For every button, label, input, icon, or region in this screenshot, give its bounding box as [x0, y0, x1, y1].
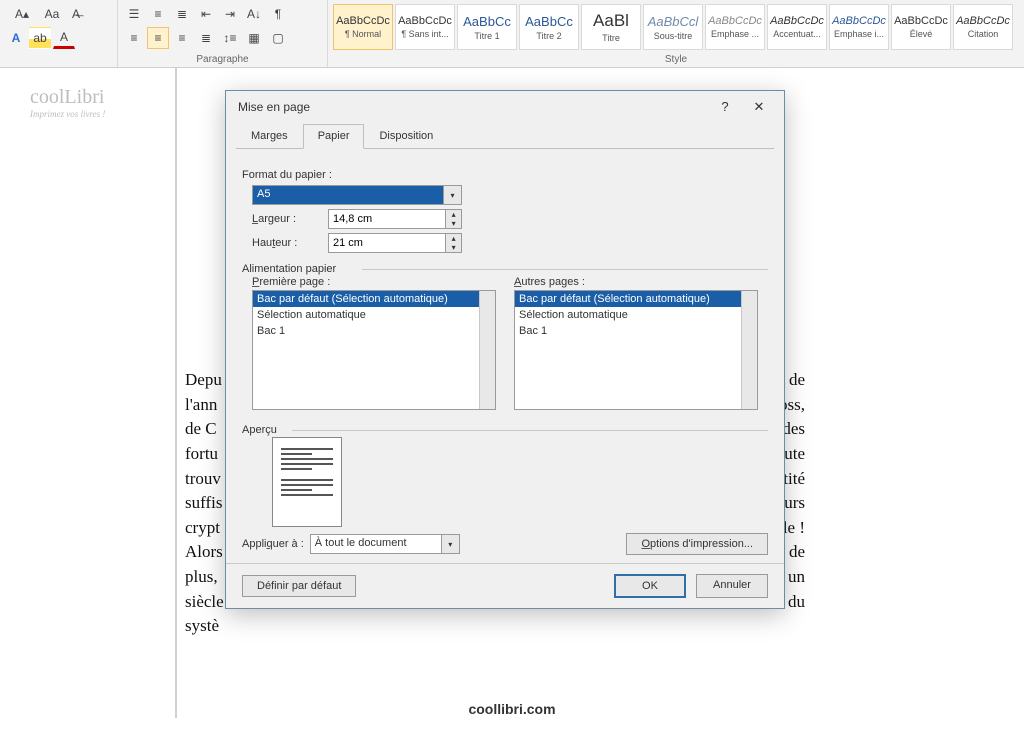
chevron-down-icon[interactable]: ▾	[443, 186, 461, 204]
watermark-logo: coolLibri Imprimez vos livres !	[30, 86, 105, 119]
sort-icon[interactable]: A↓	[243, 3, 265, 25]
first-page-label: Première page :	[252, 276, 496, 288]
apply-to-label: Appliquer à :	[242, 538, 304, 550]
hauteur-label: Hauteur :	[252, 237, 328, 249]
ribbon-group-styles: AaBbCcDc¶ NormalAaBbCcDc¶ Sans int...AaB…	[328, 0, 1024, 67]
clear-format-icon[interactable]: A̶	[65, 3, 87, 25]
indent-icon[interactable]: ⇥	[219, 3, 241, 25]
borders-icon[interactable]: ▢	[267, 27, 289, 49]
dialog-titlebar: Mise en page ? ✕	[226, 91, 784, 123]
font-color-icon[interactable]: A	[53, 27, 75, 49]
numbering-icon[interactable]: ≡	[147, 3, 169, 25]
tab-papier[interactable]: Papier	[303, 124, 365, 149]
paper-format-combo[interactable]: A5 ▾	[252, 185, 462, 205]
style-swatch-2[interactable]: AaBbCcTitre 1	[457, 4, 517, 50]
list-item[interactable]: Bac par défaut (Sélection automatique)	[515, 291, 757, 307]
highlight-icon[interactable]: ab	[29, 27, 51, 49]
style-swatch-0[interactable]: AaBbCcDc¶ Normal	[333, 4, 393, 50]
dialog-tabs: Marges Papier Disposition	[236, 123, 774, 149]
font-size-up-icon[interactable]: A▴	[5, 3, 39, 25]
watermark-brand: coolLibri	[30, 86, 105, 109]
shading-icon[interactable]: ▦	[243, 27, 265, 49]
cancel-button[interactable]: Annuler	[696, 574, 768, 598]
watermark-tagline: Imprimez vos livres !	[30, 109, 105, 119]
first-page-feed: Première page : Bac par défaut (Sélectio…	[252, 276, 496, 410]
align-left-icon[interactable]: ≡	[123, 27, 145, 49]
list-item[interactable]: Bac 1	[515, 323, 757, 339]
style-swatch-3[interactable]: AaBbCcTitre 2	[519, 4, 579, 50]
dialog-body: Format du papier : A5 ▾ Largeur : ▴▾ Hau…	[226, 149, 784, 563]
format-label: Format du papier :	[242, 169, 768, 181]
print-options-button[interactable]: Options d'impression...	[626, 533, 768, 555]
bullets-icon[interactable]: ☰	[123, 3, 145, 25]
tab-marges[interactable]: Marges	[236, 124, 303, 149]
largeur-value[interactable]	[329, 210, 445, 228]
style-swatch-5[interactable]: AaBbCclSous-titre	[643, 4, 703, 50]
dialog-title: Mise en page	[238, 100, 708, 114]
scrollbar[interactable]	[479, 291, 495, 409]
hauteur-value[interactable]	[329, 234, 445, 252]
style-swatch-7[interactable]: AaBbCcDcAccentuat...	[767, 4, 827, 50]
tab-disposition[interactable]: Disposition	[364, 124, 448, 149]
style-swatch-4[interactable]: AaBlTitre	[581, 4, 641, 50]
text-effects-icon[interactable]: A	[5, 27, 27, 49]
other-pages-feed: Autres pages : Bac par défaut (Sélection…	[514, 276, 758, 410]
change-case-icon[interactable]: Aa	[41, 3, 63, 25]
apply-to-value: À tout le document	[311, 535, 441, 553]
preview-thumbnail	[272, 437, 342, 527]
close-button[interactable]: ✕	[742, 95, 776, 119]
outdent-icon[interactable]: ⇤	[195, 3, 217, 25]
other-pages-listbox[interactable]: Bac par défaut (Sélection automatique)Sé…	[514, 290, 758, 410]
first-page-listbox[interactable]: Bac par défaut (Sélection automatique)Sé…	[252, 290, 496, 410]
help-button[interactable]: ?	[708, 95, 742, 119]
align-center-icon[interactable]: ≡	[147, 27, 169, 49]
show-marks-icon[interactable]: ¶	[267, 3, 289, 25]
ribbon-group-paragraph-label: Paragraphe	[122, 54, 323, 67]
style-swatch-9[interactable]: AaBbCcDcÉlevé	[891, 4, 951, 50]
ribbon: A▴ Aa A̶ A ab A ☰ ≡ ≣ ⇤ ⇥ A↓ ¶ ≡	[0, 0, 1024, 68]
ribbon-group-styles-label: Style	[332, 54, 1020, 67]
multilevel-list-icon[interactable]: ≣	[171, 3, 193, 25]
list-item[interactable]: Sélection automatique	[515, 307, 757, 323]
ribbon-group-font: A▴ Aa A̶ A ab A	[0, 0, 118, 67]
list-item[interactable]: Sélection automatique	[253, 307, 495, 323]
scrollbar[interactable]	[741, 291, 757, 409]
list-item[interactable]: Bac 1	[253, 323, 495, 339]
spinner-icon[interactable]: ▴▾	[445, 234, 461, 252]
ribbon-group-font-label	[4, 65, 113, 67]
dialog-footer: Définir par défaut OK Annuler	[226, 563, 784, 608]
list-item[interactable]: Bac par défaut (Sélection automatique)	[253, 291, 495, 307]
justify-icon[interactable]: ≣	[195, 27, 217, 49]
hauteur-input[interactable]: ▴▾	[328, 233, 462, 253]
style-swatch-1[interactable]: AaBbCcDc¶ Sans int...	[395, 4, 455, 50]
footer-brand: coollibri.com	[0, 701, 1024, 717]
spinner-icon[interactable]: ▴▾	[445, 210, 461, 228]
chevron-down-icon[interactable]: ▾	[441, 535, 459, 553]
set-default-button[interactable]: Définir par défaut	[242, 575, 356, 597]
ok-button[interactable]: OK	[614, 574, 686, 598]
line-spacing-icon[interactable]: ↕≡	[219, 27, 241, 49]
page-setup-dialog: Mise en page ? ✕ Marges Papier Dispositi…	[225, 90, 785, 609]
largeur-input[interactable]: ▴▾	[328, 209, 462, 229]
paper-format-value: A5	[253, 186, 443, 204]
style-swatch-10[interactable]: AaBbCcDcCitation	[953, 4, 1013, 50]
apply-to-combo[interactable]: À tout le document ▾	[310, 534, 460, 554]
ribbon-group-paragraph: ☰ ≡ ≣ ⇤ ⇥ A↓ ¶ ≡ ≡ ≡ ≣ ↕≡ ▦ ▢ Paragraphe	[118, 0, 328, 67]
align-right-icon[interactable]: ≡	[171, 27, 193, 49]
style-swatch-8[interactable]: AaBbCcDcEmphase i...	[829, 4, 889, 50]
largeur-label: Largeur :	[252, 213, 328, 225]
other-pages-label: Autres pages :	[514, 276, 758, 288]
style-swatch-6[interactable]: AaBbCcDcEmphase ...	[705, 4, 765, 50]
